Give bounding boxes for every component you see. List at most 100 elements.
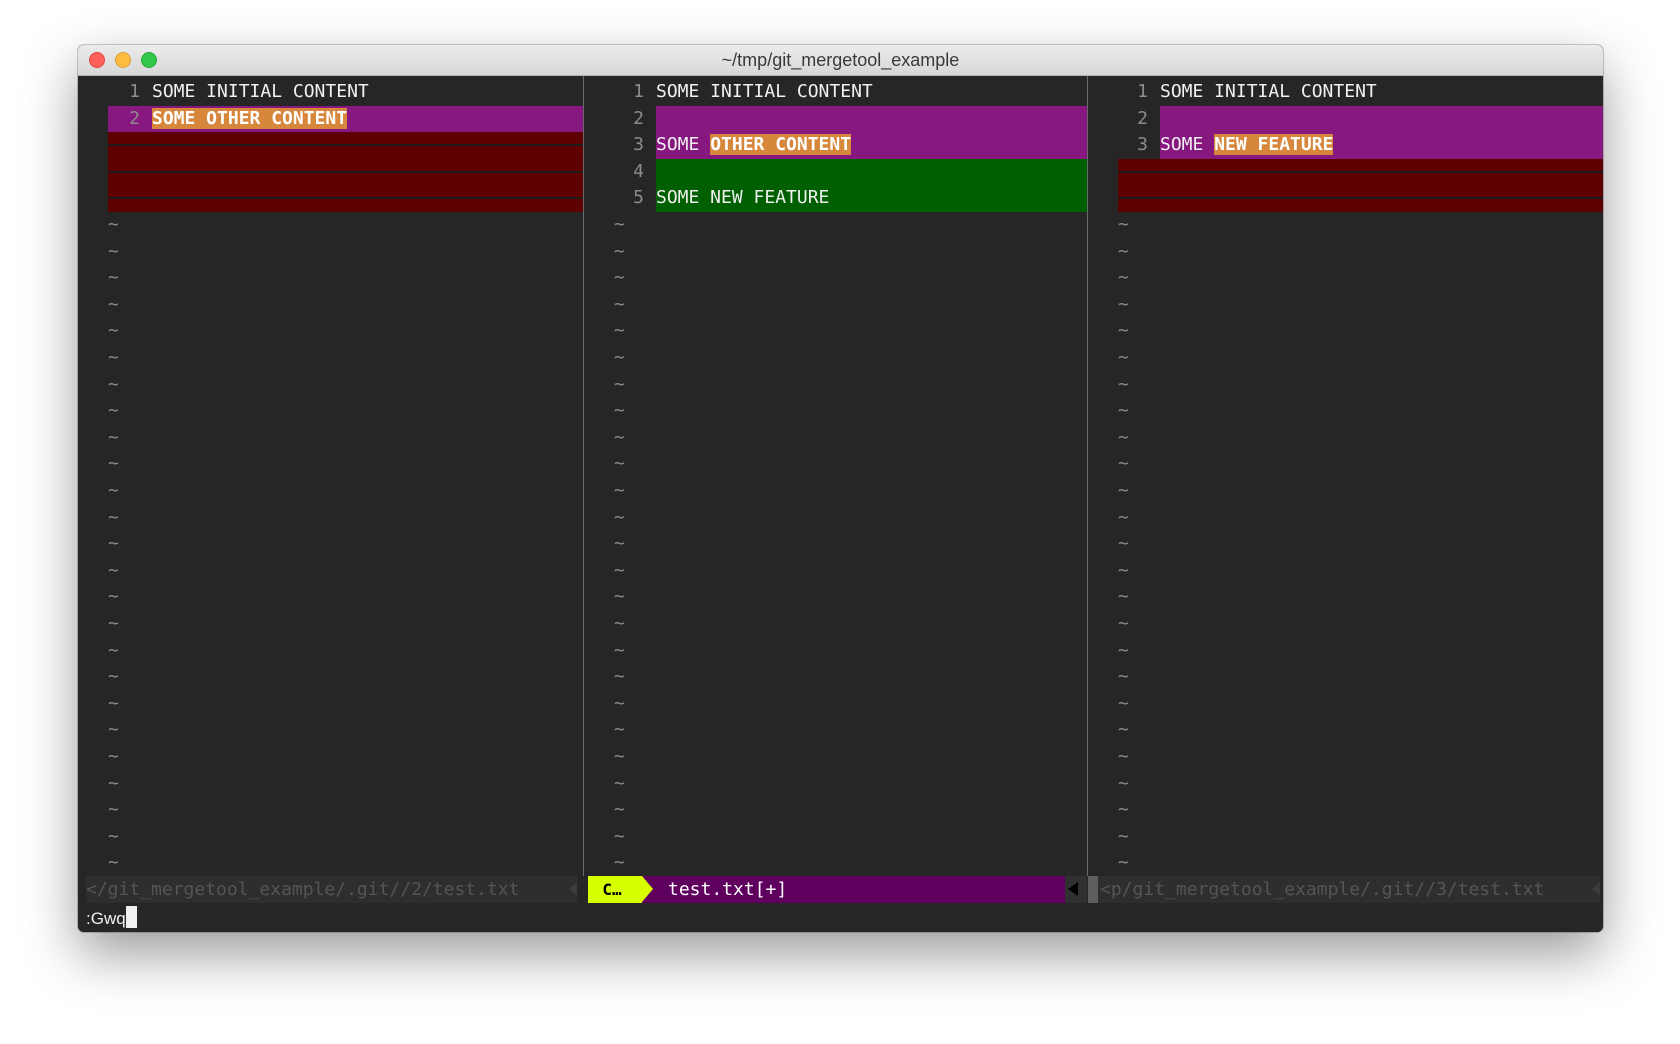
status-start-block	[1088, 876, 1098, 903]
end-of-buffer-marker: ~	[108, 373, 119, 395]
end-of-buffer-marker: ~	[1118, 586, 1129, 608]
diff-deleted-filler	[1118, 158, 1603, 186]
empty-line: ~	[78, 771, 583, 798]
editor-line[interactable]: 1 SOME INITIAL CONTENT	[584, 79, 1087, 106]
diff-changed-line	[1160, 105, 1603, 133]
editor-line[interactable]	[78, 132, 583, 159]
diff-text-highlight: OTHER CONTENT	[710, 134, 852, 156]
end-of-buffer-marker: ~	[614, 746, 625, 767]
status-line-remote[interactable]: <p/git_mergetool_example/.git//3/test.tx…	[1088, 876, 1600, 903]
pane-remote[interactable]: 1 SOME INITIAL CONTENT 2 3 SOME NEW FEATURE ~…	[1088, 76, 1603, 876]
end-of-buffer-marker: ~	[108, 852, 119, 874]
mode-badge: C…	[588, 876, 642, 903]
end-of-buffer-marker: ~	[108, 347, 119, 368]
end-of-buffer-marker: ~	[108, 240, 119, 262]
empty-line: ~	[78, 425, 583, 452]
empty-line: ~	[1088, 265, 1603, 292]
end-of-buffer-marker: ~	[1118, 453, 1129, 475]
empty-line: ~	[1088, 318, 1603, 345]
editor-line[interactable]	[78, 185, 583, 212]
end-of-buffer-marker: ~	[614, 719, 625, 741]
empty-line: ~	[78, 638, 583, 665]
end-of-buffer-marker: ~	[108, 559, 119, 581]
editor-line[interactable]	[78, 158, 583, 186]
editor-line[interactable]: 2 SOME OTHER CONTENT	[78, 105, 583, 133]
editor-line[interactable]: 1 SOME INITIAL CONTENT	[78, 79, 583, 106]
separator-arrow-icon	[569, 882, 577, 896]
status-line-local[interactable]: </git_mergetool_example/.git//2/test.txt	[86, 876, 577, 903]
separator-arrow-icon	[1592, 882, 1600, 896]
empty-line: ~	[1088, 584, 1603, 611]
editor-line[interactable]: 2	[1088, 105, 1603, 133]
empty-line: ~	[584, 478, 1087, 505]
empty-line: ~	[584, 451, 1087, 478]
editor-line[interactable]: 3 SOME OTHER CONTENT	[584, 132, 1087, 159]
empty-line: ~	[584, 797, 1087, 824]
empty-line: ~	[78, 265, 583, 292]
end-of-buffer-marker: ~	[108, 746, 119, 767]
end-of-buffer-marker: ~	[614, 772, 625, 794]
editor-line[interactable]: 3 SOME NEW FEATURE	[1088, 132, 1603, 159]
empty-line: ~	[584, 372, 1087, 399]
empty-line: ~	[78, 505, 583, 532]
empty-line: ~	[1088, 771, 1603, 798]
command-text: :Gwq	[86, 909, 126, 928]
end-of-buffer-marker: ~	[614, 426, 625, 448]
end-of-buffer-marker: ~	[614, 480, 625, 501]
empty-line: ~	[1088, 239, 1603, 266]
editor-line[interactable]: 1 SOME INITIAL CONTENT	[1088, 79, 1603, 106]
status-file-path: <p/git_mergetool_example/.git//3/test.tx…	[1100, 879, 1545, 900]
end-of-buffer-marker: ~	[1118, 559, 1129, 581]
end-of-buffer-marker: ~	[1118, 852, 1129, 874]
empty-line: ~	[584, 824, 1087, 851]
end-of-buffer-marker: ~	[614, 373, 625, 395]
empty-line: ~	[584, 558, 1087, 585]
end-of-buffer-marker: ~	[108, 293, 119, 315]
end-of-buffer-marker: ~	[108, 426, 119, 448]
text-cursor	[125, 906, 137, 928]
editor-line[interactable]: 5 SOME NEW FEATURE	[584, 185, 1087, 212]
line-number: 4	[633, 160, 644, 182]
command-line[interactable]: :Gwq	[86, 905, 137, 932]
end-of-buffer-marker: ~	[614, 613, 625, 634]
status-line-row: </git_mergetool_example/.git//2/test.txt…	[78, 876, 1603, 903]
empty-line: ~	[584, 638, 1087, 665]
line-text: SOME INITIAL CONTENT	[152, 79, 369, 106]
end-of-buffer-marker: ~	[1118, 320, 1129, 342]
empty-line: ~	[1088, 691, 1603, 718]
end-of-buffer-marker: ~	[108, 533, 119, 555]
editor-line[interactable]: 2	[584, 105, 1087, 133]
end-of-buffer-marker: ~	[1118, 373, 1129, 395]
end-of-buffer-marker: ~	[1118, 426, 1129, 448]
diff-changed-line	[656, 105, 1087, 133]
end-of-buffer-marker: ~	[108, 214, 119, 235]
empty-line: ~	[1088, 531, 1603, 558]
end-of-buffer-marker: ~	[1118, 506, 1129, 528]
status-line-merged[interactable]: C… test.txt[+]	[588, 876, 1087, 903]
diff-deleted-filler	[108, 132, 583, 159]
empty-line: ~	[78, 345, 583, 372]
status-end-block	[1065, 876, 1087, 903]
empty-line: ~	[78, 850, 583, 876]
line-number: 2	[633, 107, 644, 129]
empty-line: ~	[584, 345, 1087, 372]
empty-line: ~	[78, 797, 583, 824]
end-of-buffer-marker: ~	[108, 772, 119, 794]
empty-line: ~	[584, 850, 1087, 876]
text-segment: SOME INITIAL CONTENT	[656, 81, 873, 102]
editor-line[interactable]	[1088, 158, 1603, 186]
vim-editor[interactable]: 1 SOME INITIAL CONTENT 2 SOME OTHER CONTENT…	[78, 76, 1603, 932]
editor-line[interactable]	[1088, 185, 1603, 212]
pane-local[interactable]: 1 SOME INITIAL CONTENT 2 SOME OTHER CONTENT…	[78, 76, 583, 876]
end-of-buffer-marker: ~	[108, 825, 119, 847]
end-of-buffer-marker: ~	[1118, 400, 1129, 422]
empty-line: ~	[78, 824, 583, 851]
diff-added-line	[656, 158, 1087, 186]
end-of-buffer-marker: ~	[1118, 267, 1129, 289]
empty-line: ~	[1088, 505, 1603, 532]
end-of-buffer-marker: ~	[1118, 692, 1129, 714]
pane-merged[interactable]: 1 SOME INITIAL CONTENT 2 3 SOME OTHER CONTEN…	[584, 76, 1087, 876]
end-of-buffer-marker: ~	[1118, 825, 1129, 847]
editor-line[interactable]: 4	[584, 158, 1087, 186]
end-of-buffer-marker: ~	[614, 320, 625, 342]
